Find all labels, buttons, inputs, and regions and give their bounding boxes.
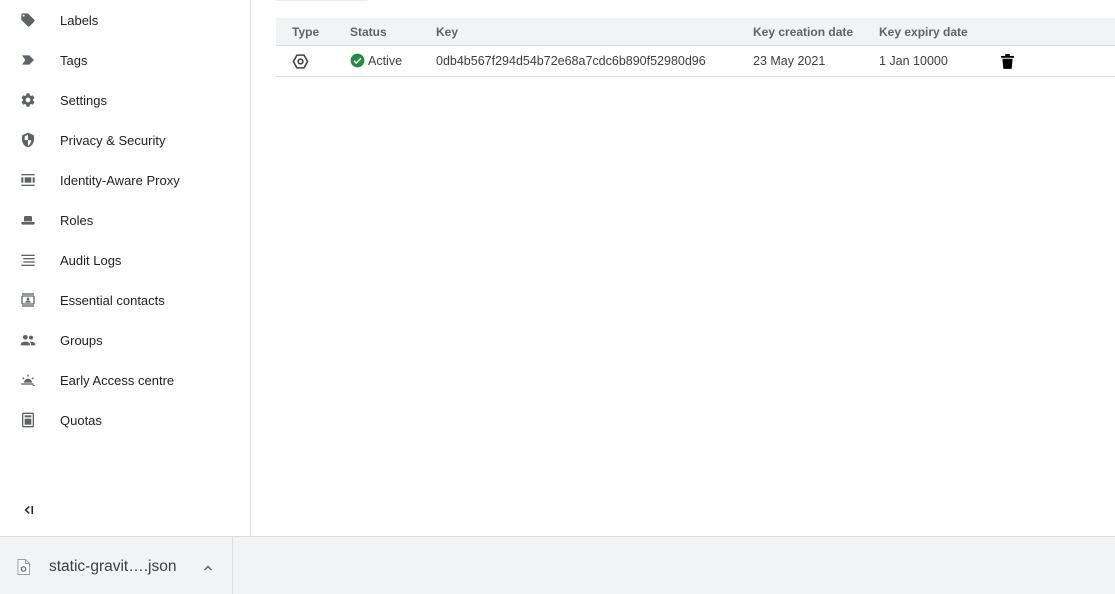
sidebar-item-label: Roles <box>60 212 94 228</box>
column-header-expiry[interactable]: Key expiry date <box>879 25 968 39</box>
column-header-status[interactable]: Status <box>350 25 387 39</box>
main-content: Type Status Key Key creation date Key ex… <box>252 0 1115 536</box>
collapse-sidebar-icon <box>21 503 35 522</box>
hat-icon <box>20 212 36 228</box>
file-icon <box>17 559 30 575</box>
proxy-icon <box>20 172 36 188</box>
sidebar-item-groups[interactable]: Groups <box>0 320 250 360</box>
tab-indicator <box>276 0 368 1</box>
early-access-icon <box>20 372 36 388</box>
label-icon <box>20 12 36 28</box>
column-header-created[interactable]: Key creation date <box>753 25 853 39</box>
sidebar-item-quotas[interactable]: Quotas <box>0 400 250 440</box>
sidebar-item-label: Quotas <box>60 412 102 428</box>
list-icon <box>20 252 36 268</box>
quota-icon <box>20 412 36 428</box>
sidebar-item-early-access-centre[interactable]: Early Access centre <box>0 360 250 400</box>
keys-table-header: Type Status Key Key creation date Key ex… <box>276 18 1115 46</box>
contact-card-icon <box>20 292 36 308</box>
people-icon <box>20 332 36 348</box>
trash-icon <box>1000 53 1014 69</box>
sidebar-item-privacy-security[interactable]: Privacy & Security <box>0 120 250 160</box>
shield-icon <box>20 132 36 148</box>
table-row: Active 0db4b567f294d54b72e68a7cdc6b890f5… <box>276 46 1115 77</box>
sidebar-item-label: Identity-Aware Proxy <box>60 172 180 188</box>
gear-icon <box>20 92 36 108</box>
sidebar-item-settings[interactable]: Settings <box>0 80 250 120</box>
key-id: 0db4b567f294d54b72e68a7cdc6b890f52980d96 <box>436 54 706 68</box>
sidebar-item-label: Labels <box>60 12 99 28</box>
delete-key-button[interactable] <box>998 52 1016 70</box>
column-header-type[interactable]: Type <box>292 25 319 39</box>
sidebar-item-label: Audit Logs <box>60 252 122 268</box>
sidebar-item-essential-contacts[interactable]: Essential contacts <box>0 280 250 320</box>
download-options-button[interactable] <box>200 560 216 576</box>
tag-icon <box>20 52 36 68</box>
sidebar-item-label: Groups <box>60 332 103 348</box>
status-text: Active <box>368 53 403 68</box>
sidebar-item-label: Essential contacts <box>60 292 165 308</box>
column-header-key[interactable]: Key <box>436 25 458 39</box>
sidebar-item-label: Privacy & Security <box>60 132 166 148</box>
key-type-icon <box>292 53 309 70</box>
sidebar-item-identity-aware-proxy[interactable]: Identity-Aware Proxy <box>0 160 250 200</box>
sidebar: Labels Tags Settings Privacy & Security … <box>0 0 251 536</box>
download-filename: static-gravit….json <box>49 558 177 575</box>
key-creation-date: 23 May 2021 <box>753 54 826 68</box>
check-circle-icon <box>350 53 365 68</box>
status-badge: Active <box>350 53 402 68</box>
sidebar-item-tags[interactable]: Tags <box>0 40 250 80</box>
sidebar-item-audit-logs[interactable]: Audit Logs <box>0 240 250 280</box>
download-item[interactable]: static-gravit….json <box>0 537 233 594</box>
sidebar-item-label: Settings <box>60 92 107 108</box>
chevron-up-icon <box>203 565 213 571</box>
sidebar-item-labels[interactable]: Labels <box>0 0 250 40</box>
sidebar-item-label: Early Access centre <box>60 372 175 388</box>
sidebar-item-roles[interactable]: Roles <box>0 200 250 240</box>
download-bar: static-gravit….json <box>0 536 1115 594</box>
collapse-sidebar-button[interactable] <box>18 502 38 522</box>
sidebar-item-label: Tags <box>60 52 88 68</box>
key-expiry-date: 1 Jan 10000 <box>879 54 948 68</box>
